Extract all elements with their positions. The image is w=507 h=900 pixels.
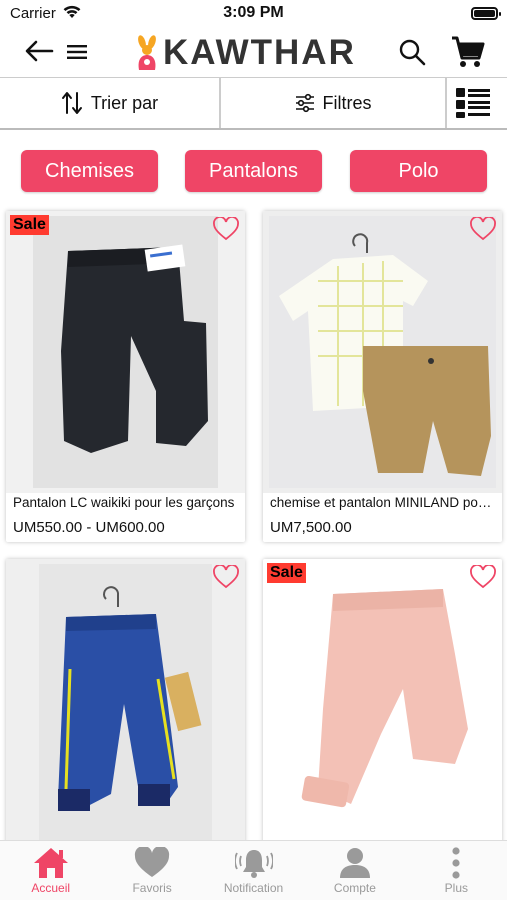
tab-bar: Accueil Favoris Notification Compte Plus [0, 840, 507, 900]
search-icon[interactable] [398, 38, 426, 71]
sort-arrows-icon [61, 92, 82, 114]
brand-name: KAWTHAR [163, 33, 356, 72]
tab-label: Plus [444, 881, 468, 895]
filter-button[interactable]: Filtres [221, 78, 447, 128]
menu-icon[interactable] [67, 44, 87, 65]
chip-pantalons[interactable]: Pantalons [185, 150, 322, 192]
filter-label: Filtres [322, 92, 372, 113]
back-arrow-icon[interactable] [24, 40, 54, 67]
product-image [6, 211, 245, 493]
product-title: chemise et pantalon MINILAND pour les ga… [270, 495, 496, 510]
nav-bar: KAWTHAR [0, 28, 507, 78]
user-icon [339, 848, 370, 878]
sort-button[interactable]: Trier par [0, 78, 221, 128]
sort-label: Trier par [90, 92, 159, 113]
tab-label: Compte [333, 881, 376, 895]
clock: 3:09 PM [223, 4, 284, 21]
tab-plus[interactable]: Plus [406, 841, 507, 900]
brand-logo[interactable]: KAWTHAR [133, 31, 356, 75]
more-icon [452, 847, 460, 879]
product-image [263, 211, 502, 493]
favorite-heart-icon[interactable] [213, 564, 239, 594]
product-title: Pantalon LC waikiki pour les garçons [13, 495, 235, 510]
product-price: UM7,500.00 [270, 519, 352, 536]
sale-badge: Sale [267, 563, 306, 583]
tab-label: Accueil [31, 881, 71, 895]
tab-favoris[interactable]: Favoris [101, 841, 202, 900]
logo-mark-icon [138, 35, 156, 70]
product-card[interactable]: Sale Pantalon LC waikiki pour les garçon… [6, 211, 245, 542]
tab-label: Notification [223, 881, 284, 895]
chip-chemises[interactable]: Chemises [21, 150, 158, 192]
product-image [263, 559, 502, 841]
product-card[interactable] [6, 559, 245, 849]
tab-notification[interactable]: Notification [203, 841, 304, 900]
product-price: UM550.00 - UM600.00 [13, 519, 165, 536]
category-chips: Chemises Pantalons Polo [0, 150, 507, 194]
heart-icon [135, 847, 170, 877]
tab-label: Favoris [132, 881, 172, 895]
battery-icon [471, 7, 501, 20]
sort-filter-bar: Trier par Filtres [0, 78, 507, 130]
tab-accueil[interactable]: Accueil [0, 841, 101, 900]
home-icon [33, 848, 68, 878]
favorite-heart-icon[interactable] [213, 216, 239, 246]
filter-sliders-icon [295, 93, 314, 113]
bell-icon [234, 850, 273, 878]
cart-icon[interactable] [449, 34, 485, 75]
product-image [6, 559, 245, 841]
product-card[interactable]: Sale [263, 559, 502, 849]
view-toggle-button[interactable] [447, 78, 507, 128]
product-card[interactable]: chemise et pantalon MINILAND pour les ga… [263, 211, 502, 542]
sale-badge: Sale [10, 215, 49, 235]
chip-polo[interactable]: Polo [350, 150, 487, 192]
favorite-heart-icon[interactable] [470, 216, 496, 246]
list-view-icon [456, 88, 490, 118]
status-bar: Carrier 3:09 PM [0, 0, 507, 28]
favorite-heart-icon[interactable] [470, 564, 496, 594]
tab-compte[interactable]: Compte [304, 841, 405, 900]
